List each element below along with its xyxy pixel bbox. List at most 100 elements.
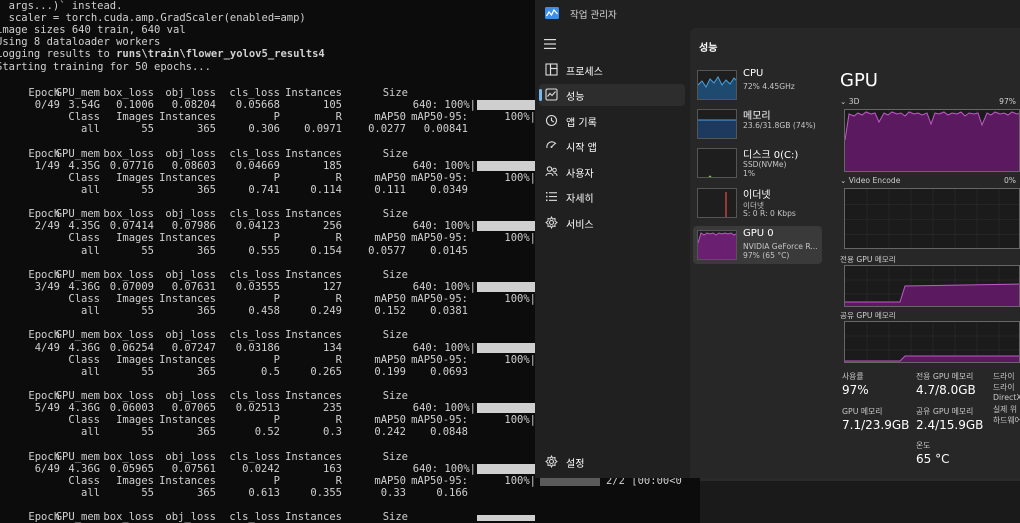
graph-video-encode-label[interactable]: ⌄ Video Encode — [840, 176, 900, 185]
validation-column-header: Instances — [159, 474, 216, 487]
progress-text: 640: 100%| — [412, 99, 476, 112]
column-header: cls_loss — [229, 329, 280, 342]
hardware-reserved-label: 하드웨어 — [993, 416, 1020, 425]
column-header: obj_loss — [165, 511, 216, 523]
train-value-inst: 256 — [323, 220, 342, 233]
column-header: Instances — [285, 329, 342, 342]
train-value-cls: 0.02513 — [235, 402, 280, 415]
column-header: cls_loss — [229, 511, 280, 523]
validation-value-images: 55 — [141, 486, 154, 499]
progress-bar — [477, 463, 535, 474]
nav-item-app-history[interactable]: 앱 기록 — [539, 110, 685, 132]
graph-video-encode-value: 0% — [1003, 176, 1016, 185]
usage-label: 사용률 — [842, 372, 864, 381]
validation-column-header: P — [273, 474, 280, 487]
validation-value-images: 55 — [141, 365, 154, 378]
nav-item-startup-apps[interactable]: 시작 앱 — [539, 135, 685, 157]
validation-column-header: P — [273, 232, 280, 245]
device-detail: 72% 4.45GHz — [743, 82, 795, 91]
progress-bar — [477, 515, 535, 522]
train-value-obj: 0.07247 — [171, 341, 216, 354]
gpu-thumbnail-graph — [697, 230, 737, 260]
background-window — [700, 478, 1020, 523]
column-header: obj_loss — [165, 329, 216, 342]
device-item-gpu0[interactable]: GPU 0 NVIDIA GeForce R... 97% (65 °C) — [693, 226, 822, 264]
graph-3d-label[interactable]: ⌄ 3D — [840, 97, 859, 106]
nav-item-services[interactable]: 서비스 — [539, 212, 685, 234]
column-header: Instances — [285, 450, 342, 463]
physical-location-label: 실제 위 — [993, 405, 1017, 414]
graph-shared-memory — [844, 321, 1020, 363]
graph-3d-value: 97% — [999, 97, 1016, 106]
performance-page: 성능 CPU 72% 4.45GHz 메모리 23.6/31.8GB (74%)… — [690, 28, 1020, 478]
device-name: 이더넷 — [743, 190, 771, 201]
device-item-ethernet[interactable]: 이더넷 이더넷 S: 0 R: 0 Kbps — [693, 184, 822, 222]
log-path: runs\train\flower_yolov5_results4 — [116, 48, 325, 61]
column-header: Size — [382, 390, 408, 402]
nav-item-details[interactable]: 자세히 — [539, 186, 685, 208]
train-value-box: 0.06254 — [109, 341, 154, 354]
validation-value-v_inst: 365 — [197, 123, 216, 136]
column-header: cls_loss — [229, 268, 280, 281]
column-header: Instances — [285, 390, 342, 402]
shared-memory-label: 공유 GPU 메모리 — [840, 311, 896, 320]
task-manager-window[interactable]: 작업 관리자 프로세스 성능 앱 기록 시작 앱 사용자 자세히 서비스 설정 … — [535, 0, 1020, 478]
log-prefix: Logging results to — [0, 48, 117, 61]
device-name: 디스크 0(C:) — [743, 150, 799, 161]
validation-value-map: 0.166 — [436, 486, 468, 499]
validation-value-map50: 0.33 — [380, 486, 406, 499]
temperature-label: 온도 — [916, 441, 931, 450]
title-bar[interactable]: 작업 관리자 — [535, 0, 1020, 28]
validation-column-header: mAP50-95: — [411, 353, 468, 366]
column-header: Size — [382, 450, 408, 463]
validation-value-map: 0.0848 — [430, 426, 468, 439]
task-manager-app-icon — [545, 7, 559, 19]
train-value-box: 0.07716 — [109, 159, 154, 172]
hamburger-menu-icon[interactable] — [544, 39, 556, 49]
train-value-cls: 0.03186 — [235, 341, 280, 354]
nav-item-users[interactable]: 사용자 — [539, 161, 685, 183]
device-item-disk[interactable]: 디스크 0(C:) SSD(NVMe) 1% — [693, 144, 822, 182]
validation-value-p: 0.52 — [254, 426, 280, 439]
validation-column-header: Instances — [159, 414, 216, 427]
device-item-memory[interactable]: 메모리 23.6/31.8GB (74%) — [693, 105, 822, 143]
train-value-inst: 134 — [323, 341, 342, 354]
terminal-line: Using 8 dataloader workers — [0, 36, 161, 49]
column-header: box_loss — [103, 329, 154, 342]
validation-column-header: mAP50-95: — [411, 111, 468, 124]
cpu-thumbnail-graph — [697, 70, 737, 100]
dedicated-memory-label: 전용 GPU 메모리 — [840, 255, 896, 264]
validation-value-map50: 0.111 — [374, 183, 406, 196]
validation-progress-text: 100%| — [504, 232, 536, 245]
terminal-line: Logging results to runs\train\flower_yol… — [0, 48, 325, 60]
column-header: obj_loss — [165, 390, 216, 402]
window-title: 작업 관리자 — [570, 10, 617, 21]
shared-mem-label: 공유 GPU 메모리 — [916, 407, 974, 416]
nav-item-processes[interactable]: 프로세스 — [539, 59, 685, 81]
dedicated-mem-value: 4.7/8.0GB — [916, 383, 976, 397]
train-value-box: 0.07009 — [109, 280, 154, 293]
navigation-sidebar: 프로세스 성능 앱 기록 시작 앱 사용자 자세히 서비스 설정 — [535, 28, 690, 478]
column-header: box_loss — [103, 147, 154, 160]
train-value-inst: 105 — [323, 99, 342, 112]
graph-3d-label-text: 3D — [848, 97, 860, 106]
processes-icon — [545, 63, 558, 76]
dedicated-mem-label: 전용 GPU 메모리 — [916, 372, 974, 381]
column-header: Instances — [285, 87, 342, 99]
nav-item-settings[interactable]: 설정 — [539, 451, 685, 473]
validation-column-header: Images — [116, 111, 154, 124]
train-value-cls: 0.0242 — [242, 462, 280, 475]
validation-column-header: mAP50-95: — [411, 474, 468, 487]
validation-value-map50: 0.199 — [374, 365, 406, 378]
train-value-inst: 235 — [323, 402, 342, 415]
train-value-box: 0.07414 — [109, 220, 154, 233]
driver-date-label: 드라이 — [993, 383, 1015, 392]
progress-text: 640: 100%| — [412, 462, 476, 475]
validation-value-r: 0.355 — [310, 486, 342, 499]
usage-value: 97% — [842, 383, 869, 397]
nav-item-performance[interactable]: 성능 — [539, 84, 685, 106]
device-item-cpu[interactable]: CPU 72% 4.45GHz — [693, 66, 822, 104]
validation-value-images: 55 — [141, 183, 154, 196]
progress-text: 640: 100%| — [412, 402, 476, 415]
train-value-cls: 0.04123 — [235, 220, 280, 233]
